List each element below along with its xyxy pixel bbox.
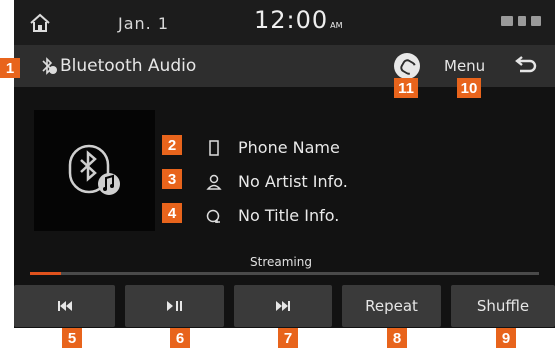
next-button[interactable] bbox=[234, 285, 332, 327]
callout-11: 11 bbox=[394, 78, 418, 98]
clock-display: 12:00 AM bbox=[254, 6, 343, 34]
bluetooth-status-icon bbox=[518, 16, 526, 26]
callout-4: 4 bbox=[162, 203, 182, 223]
callout-8: 8 bbox=[387, 328, 407, 348]
bluetooth-audio-icon bbox=[42, 57, 57, 75]
song-title-icon bbox=[206, 209, 220, 223]
menu-button[interactable]: Menu bbox=[444, 57, 485, 75]
progress-fill bbox=[30, 272, 61, 275]
phone-name: Phone Name bbox=[238, 138, 340, 157]
artist-icon bbox=[206, 174, 222, 190]
artist-name: No Artist Info. bbox=[238, 172, 348, 191]
play-pause-icon bbox=[166, 301, 182, 311]
callout-5: 5 bbox=[62, 328, 82, 348]
signal-icon bbox=[531, 16, 541, 26]
callout-10: 10 bbox=[457, 78, 481, 98]
page-title: Bluetooth Audio bbox=[60, 56, 197, 76]
repeat-button[interactable]: Repeat bbox=[342, 285, 441, 327]
artist-row: No Artist Info. bbox=[206, 172, 348, 191]
previous-button[interactable] bbox=[14, 285, 115, 327]
next-icon bbox=[276, 301, 290, 311]
battery-icon bbox=[501, 16, 513, 26]
date-display: Jan. 1 bbox=[118, 14, 170, 33]
back-icon[interactable] bbox=[512, 55, 538, 77]
title-row: No Title Info. bbox=[206, 206, 339, 225]
clock-ampm: AM bbox=[330, 21, 343, 30]
callout-3: 3 bbox=[162, 169, 182, 189]
bluetooth-music-icon bbox=[68, 144, 120, 195]
status-icons bbox=[501, 16, 541, 26]
head-unit-screen: Jan. 1 12:00 AM Bluetooth Audio Menu Pho… bbox=[14, 0, 555, 328]
home-icon[interactable] bbox=[28, 12, 52, 34]
callout-6: 6 bbox=[170, 328, 190, 348]
repeat-label: Repeat bbox=[365, 297, 418, 315]
mode-button[interactable] bbox=[394, 53, 420, 79]
play-pause-button[interactable] bbox=[125, 285, 224, 327]
callout-2: 2 bbox=[162, 135, 182, 155]
album-art bbox=[34, 110, 155, 231]
shuffle-label: Shuffle bbox=[476, 297, 530, 315]
progress-bar[interactable] bbox=[30, 272, 539, 275]
phone-name-row: Phone Name bbox=[206, 138, 340, 157]
phone-icon bbox=[209, 139, 219, 156]
song-title: No Title Info. bbox=[238, 206, 340, 225]
previous-icon bbox=[57, 301, 72, 311]
clock-time: 12:00 bbox=[254, 6, 329, 34]
shuffle-button[interactable]: Shuffle bbox=[451, 285, 555, 327]
status-bar: Jan. 1 12:00 AM bbox=[14, 0, 555, 45]
callout-1: 1 bbox=[0, 58, 20, 78]
callout-9: 9 bbox=[496, 328, 516, 348]
streaming-status: Streaming bbox=[250, 255, 312, 269]
callout-7: 7 bbox=[278, 328, 298, 348]
